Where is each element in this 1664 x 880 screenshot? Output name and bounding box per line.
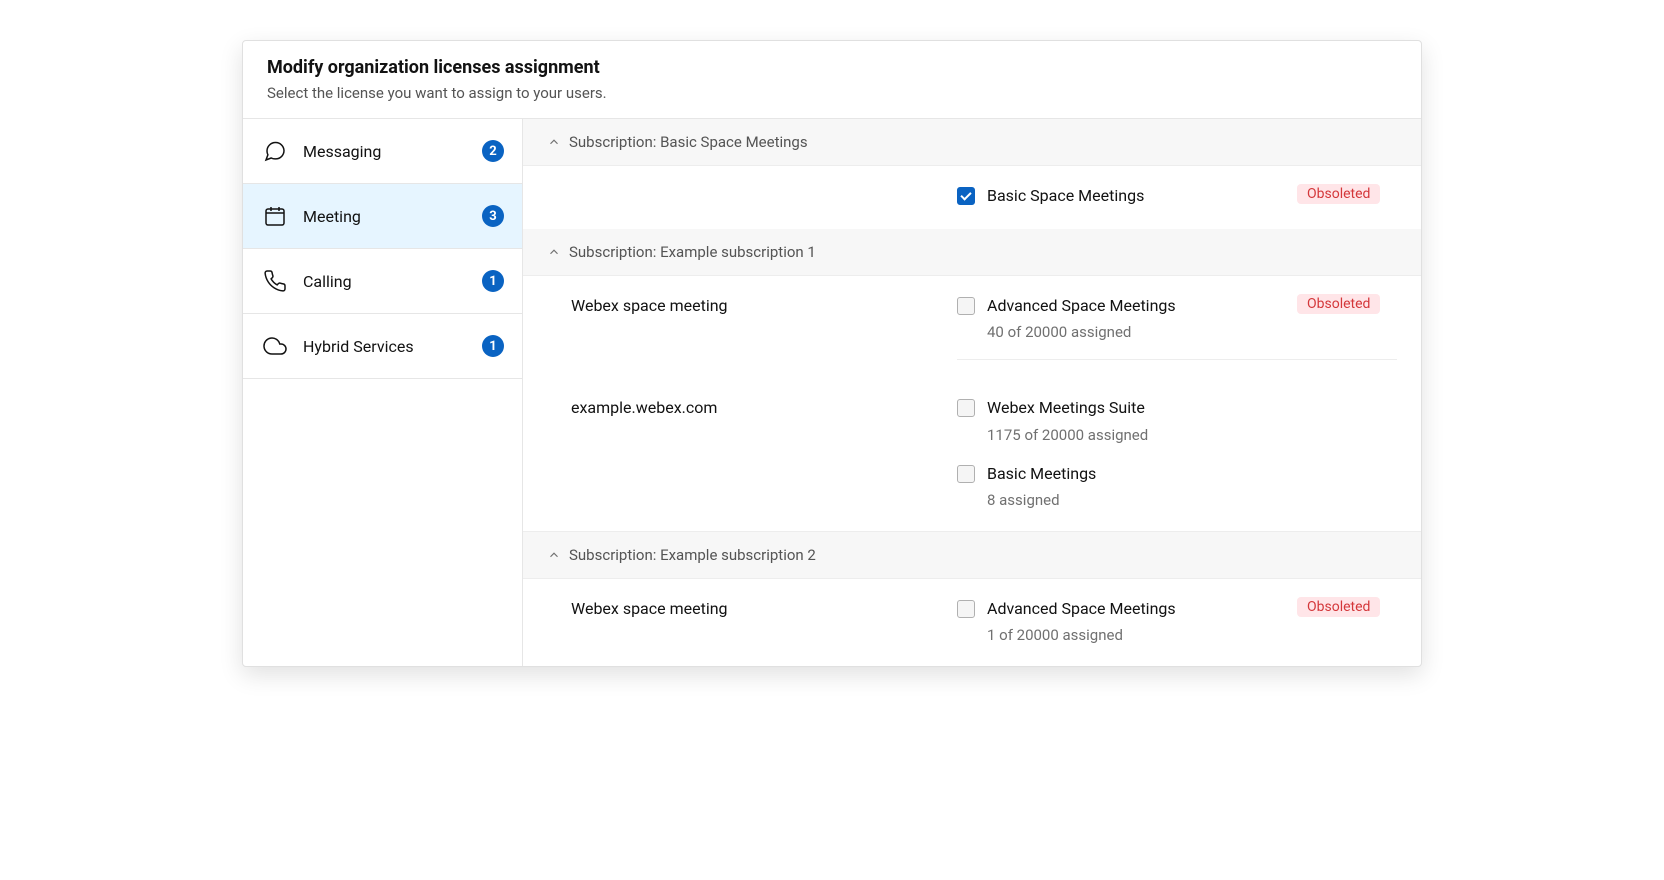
license-assigned-count: 8 assigned <box>987 491 1285 509</box>
chevron-up-icon <box>547 245 561 259</box>
license-badge-col: Obsoleted <box>1297 184 1397 204</box>
phone-icon <box>261 269 289 293</box>
license-option: Webex Meetings Suite 1175 of 20000 assig… <box>957 396 1397 443</box>
sidebar: Messaging 2 Meeting 3 Calling 1 <box>243 119 523 666</box>
license-option: Advanced Space Meetings 1 of 20000 assig… <box>957 597 1397 644</box>
license-row: Webex space meeting Advanced Space Meeti… <box>523 579 1421 666</box>
license-checkbox[interactable] <box>957 297 975 315</box>
license-checkbox[interactable] <box>957 600 975 618</box>
license-name: Basic Space Meetings <box>987 184 1285 207</box>
modal-body: Messaging 2 Meeting 3 Calling 1 <box>243 118 1421 666</box>
license-name: Basic Meetings <box>987 462 1285 485</box>
license-options: Basic Space Meetings Obsoleted <box>957 184 1397 211</box>
license-assigned-count: 40 of 20000 assigned <box>987 323 1285 341</box>
license-checkbox[interactable] <box>957 465 975 483</box>
sidebar-item-hybrid-services[interactable]: Hybrid Services 1 <box>243 314 522 379</box>
cloud-icon <box>261 334 289 358</box>
count-badge: 2 <box>482 140 504 162</box>
modal-header: Modify organization licenses assignment … <box>243 41 1421 118</box>
chevron-up-icon <box>547 135 561 149</box>
sidebar-item-label: Meeting <box>303 207 482 226</box>
obsoleted-badge: Obsoleted <box>1297 184 1380 204</box>
subscription-title: Subscription: Example subscription 2 <box>569 546 816 564</box>
subscription-title: Subscription: Basic Space Meetings <box>569 133 808 151</box>
sidebar-item-label: Messaging <box>303 142 482 161</box>
license-content: Subscription: Basic Space Meetings Basic… <box>523 119 1421 666</box>
count-badge: 1 <box>482 270 504 292</box>
license-name: Advanced Space Meetings <box>987 597 1285 620</box>
modal-title: Modify organization licenses assignment <box>267 57 1397 78</box>
license-badge-col: Obsoleted <box>1297 294 1397 314</box>
subscription-toggle[interactable]: Subscription: Basic Space Meetings <box>523 119 1421 166</box>
license-group-name: example.webex.com <box>571 396 933 417</box>
sidebar-item-label: Calling <box>303 272 482 291</box>
sidebar-item-messaging[interactable]: Messaging 2 <box>243 119 522 184</box>
license-options: Advanced Space Meetings 40 of 20000 assi… <box>957 294 1397 378</box>
sidebar-item-meeting[interactable]: Meeting 3 <box>243 184 522 249</box>
license-options: Webex Meetings Suite 1175 of 20000 assig… <box>957 396 1397 512</box>
license-row: Webex space meeting Advanced Space Meeti… <box>523 276 1421 396</box>
license-option-text: Advanced Space Meetings 40 of 20000 assi… <box>987 294 1285 341</box>
license-assigned-count: 1175 of 20000 assigned <box>987 426 1285 444</box>
count-badge: 3 <box>482 205 504 227</box>
license-assigned-count: 1 of 20000 assigned <box>987 626 1285 644</box>
chevron-up-icon <box>547 548 561 562</box>
license-option: Basic Space Meetings Obsoleted <box>957 184 1397 207</box>
license-option-text: Basic Meetings 8 assigned <box>987 462 1285 509</box>
subscription-toggle[interactable]: Subscription: Example subscription 2 <box>523 531 1421 579</box>
license-row: Basic Space Meetings Obsoleted <box>523 166 1421 229</box>
sidebar-item-calling[interactable]: Calling 1 <box>243 249 522 314</box>
license-name: Webex Meetings Suite <box>987 396 1285 419</box>
modal-subtitle: Select the license you want to assign to… <box>267 84 1397 102</box>
license-badge-col: Obsoleted <box>1297 597 1397 617</box>
license-option-text: Webex Meetings Suite 1175 of 20000 assig… <box>987 396 1285 443</box>
license-option-text: Basic Space Meetings <box>987 184 1285 207</box>
license-group-name: Webex space meeting <box>571 294 933 315</box>
subscription-title: Subscription: Example subscription 1 <box>569 243 816 261</box>
obsoleted-badge: Obsoleted <box>1297 597 1380 617</box>
license-checkbox[interactable] <box>957 187 975 205</box>
license-assignment-modal: Modify organization licenses assignment … <box>242 40 1422 667</box>
license-option: Advanced Space Meetings 40 of 20000 assi… <box>957 294 1397 341</box>
calendar-icon <box>261 204 289 228</box>
divider <box>957 359 1397 360</box>
license-group-name: Webex space meeting <box>571 597 933 618</box>
license-option-text: Advanced Space Meetings 1 of 20000 assig… <box>987 597 1285 644</box>
sidebar-item-label: Hybrid Services <box>303 337 482 356</box>
license-option: Basic Meetings 8 assigned <box>957 462 1397 509</box>
license-group-name <box>571 184 933 186</box>
license-options: Advanced Space Meetings 1 of 20000 assig… <box>957 597 1397 648</box>
license-name: Advanced Space Meetings <box>987 294 1285 317</box>
count-badge: 1 <box>482 335 504 357</box>
chat-icon <box>261 139 289 163</box>
license-row: example.webex.com Webex Meetings Suite 1… <box>523 396 1421 530</box>
subscription-toggle[interactable]: Subscription: Example subscription 1 <box>523 229 1421 276</box>
obsoleted-badge: Obsoleted <box>1297 294 1380 314</box>
license-checkbox[interactable] <box>957 399 975 417</box>
